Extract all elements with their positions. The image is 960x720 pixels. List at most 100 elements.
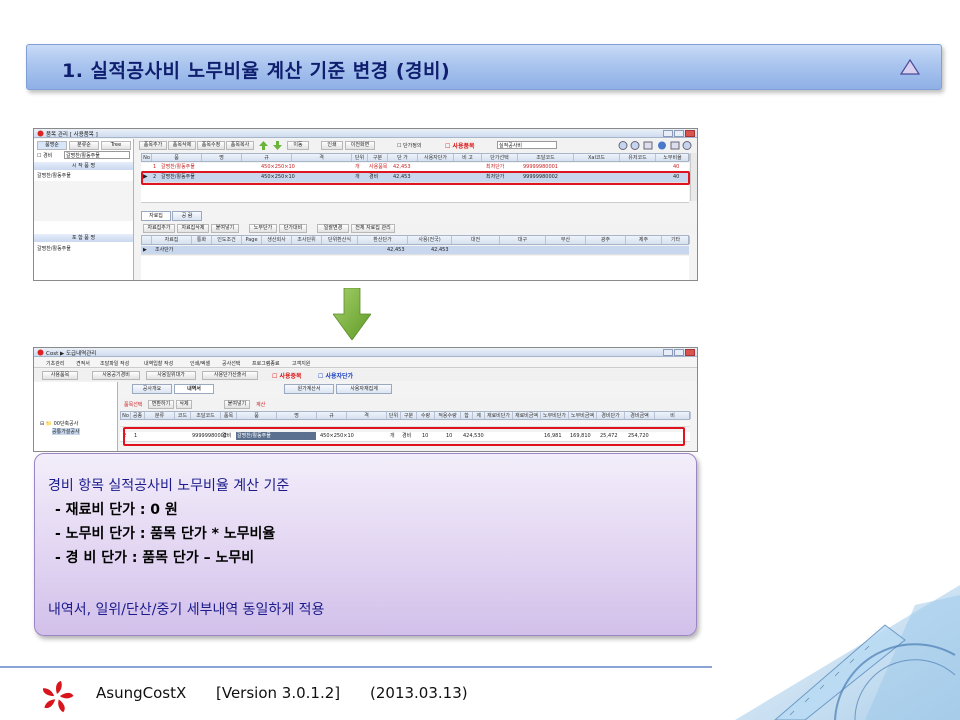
lower-toolbar: 자료집추가 자료집삭제 붙여넣기 노무단가 단가대비 일괄변경 전체 자료집 관… [141, 223, 697, 234]
callout-footer: 내역서, 일위/단산/중기 세부내역 동일하게 적용 [48, 602, 325, 618]
bulk-change-button[interactable]: 일괄변경 [317, 224, 349, 233]
col-etc: 기타 [662, 236, 690, 244]
maximize-button[interactable] [674, 349, 684, 356]
arrow-down-icon[interactable] [273, 141, 282, 150]
col-note: 비 [655, 412, 691, 419]
row-converted: 42,453 [387, 247, 405, 253]
add-dataset-button[interactable]: 자료집추가 [143, 224, 175, 233]
table-row[interactable]: ▶ 조사단가 42,453 42,453 [141, 246, 689, 255]
price-type-select[interactable]: 실적공사비 [497, 141, 557, 149]
expense-checkbox[interactable]: ☐ 경비 [37, 152, 52, 159]
user-price-checkbox[interactable]: ☐ 사용자단가 [318, 371, 353, 380]
tree-node-child[interactable]: 공통가설공사 [52, 428, 80, 435]
col-spec2: 격 [292, 154, 352, 161]
menu-print[interactable]: 인쇄/엑셀 [190, 360, 210, 367]
down-arrow-icon [333, 288, 371, 340]
footer-date: (2013.03.13) [370, 684, 468, 702]
include-item[interactable]: 갈명찬/활동주물 [37, 245, 71, 252]
minimize-button[interactable] [663, 130, 673, 137]
add-item-button[interactable]: 품목추가 [139, 141, 167, 150]
col-xal: Xal코드 [574, 154, 620, 161]
arrow-up-icon[interactable] [259, 141, 268, 150]
col-busan: 부산 [546, 236, 586, 244]
nav-up-triangle-icon[interactable] [899, 58, 921, 76]
toolbar-tool-icons[interactable] [617, 140, 695, 151]
col-daejeon: 대전 [452, 236, 500, 244]
close-button[interactable] [685, 349, 695, 356]
calc-button[interactable]: 계산 [256, 401, 265, 408]
col-spec2: 격 [347, 412, 387, 419]
app-logo-icon [37, 130, 44, 137]
edit-item-button[interactable]: 품목수정 [197, 141, 225, 150]
used-price-sheet-button[interactable]: 사용단가산출서 [202, 371, 258, 380]
all-dataset-button[interactable]: 전체 자료집 관리 [351, 224, 395, 233]
col-labor-unit: 노무비단가 [541, 412, 569, 419]
main-toolbar: 사용품목 사용공기경비 사용일위대가 사용단가산출서 ☐ 사용중목 ☐ 사용자단… [34, 369, 697, 381]
slide-title: 1. 실적공사비 노무비율 계산 기준 변경 (경비) [62, 60, 451, 82]
delete-button[interactable]: 삭제 [176, 400, 192, 409]
maximize-button[interactable] [674, 130, 684, 137]
row-ratio: 40 [673, 164, 680, 170]
col-no: No [121, 412, 131, 419]
row-choice: 최저단가 [486, 164, 505, 170]
paste-button[interactable]: 붙여넣기 [211, 224, 239, 233]
delete-dataset-button[interactable]: 자료집삭제 [177, 224, 209, 233]
window-title-bar: Cost ▶ 도급내역관리 [34, 348, 697, 357]
print-button[interactable]: 인쇄 [321, 141, 343, 150]
paste-button[interactable]: 붙여넣기 [224, 400, 250, 409]
menu-exit[interactable]: 프로그램종료 [252, 360, 280, 367]
prev-screen-button[interactable]: 이전화면 [345, 141, 375, 150]
price-compare-button[interactable]: 단가대비 [279, 224, 307, 233]
minimize-button[interactable] [663, 349, 673, 356]
used-work-checkbox[interactable]: ☐ 사용중목 [272, 371, 302, 380]
filter-select[interactable]: 갈명찬/활동주물 [64, 151, 130, 159]
toolbar-icon-group [617, 140, 695, 151]
tab-by-class[interactable]: 분류순 [69, 141, 99, 150]
grid-scrollbar[interactable] [690, 153, 697, 201]
move-button[interactable]: 이동 [287, 141, 309, 150]
delete-item-button[interactable]: 품목삭제 [168, 141, 196, 150]
tab-breakdown[interactable]: 내역서 [174, 384, 214, 394]
tab-tree[interactable]: Tree [101, 141, 131, 150]
menu-bid[interactable]: 내역입찰 작성 [144, 360, 173, 367]
tab-material-summary[interactable]: 사용자재집계 [336, 384, 392, 394]
select-item-button[interactable]: 품목선택 [124, 401, 142, 408]
tree-node-root[interactable]: ⊟ 📁 00단축공사 [40, 420, 78, 427]
tab-data-set[interactable]: 자료집 [141, 211, 171, 221]
menu-support[interactable]: 고객지원 [292, 360, 310, 367]
col-currency: 통화 [192, 236, 212, 244]
tab-overview[interactable]: 공사개요 [132, 384, 172, 394]
menu-project[interactable]: 공사선택 [222, 360, 240, 367]
footer-divider [0, 666, 712, 668]
menu-procurement[interactable]: 조달파일 작성 [100, 360, 129, 367]
tab-notice[interactable]: 공 람 [172, 211, 202, 221]
slide-title-bar: 1. 실적공사비 노무비율 계산 기준 변경 (경비) [26, 44, 942, 90]
company-logo-icon [43, 681, 74, 713]
col-exp-unit: 경비단가 [597, 412, 625, 419]
menu-estimate[interactable]: 견적서 [76, 360, 90, 367]
start-item[interactable]: 갈명찬/활동주물 [37, 172, 71, 179]
labor-price-button[interactable]: 노무단가 [249, 224, 277, 233]
dataset-empty [141, 256, 689, 280]
explanation-callout: 경비 항목 실적공사비 노무비율 계산 기준 - 재료비 단가 : 0 원 - … [34, 453, 697, 636]
used-unit-work-button[interactable]: 사용일위대가 [146, 371, 196, 380]
used-expense-button[interactable]: 사용공기경비 [92, 371, 140, 380]
close-button[interactable] [685, 130, 695, 137]
used-items-button[interactable]: 사용품목 [42, 371, 78, 380]
app-logo-icon [37, 349, 44, 356]
col-total: 계 [473, 412, 485, 419]
col-ratio: 노무비율 [656, 154, 690, 161]
convert-button[interactable]: 변환하기 [148, 400, 174, 409]
menu-basic[interactable]: 기초관리 [46, 360, 64, 367]
tab-cost-calc[interactable]: 원가계산서 [284, 384, 334, 394]
copy-item-button[interactable]: 품목복사 [226, 141, 254, 150]
tab-by-name[interactable]: 품명순 [37, 141, 67, 150]
used-item-checkbox[interactable]: ☐ 사용품목 [445, 141, 475, 150]
contract-breakdown-screenshot: Cost ▶ 도급내역관리 기초관리 견적서 조달파일 작성 내역입찰 작성 인… [33, 347, 698, 452]
unit-price-checkbox[interactable]: ☐ 단가정의 [397, 142, 421, 149]
col-spec1: 규 [242, 154, 292, 161]
col-no: No [142, 154, 152, 161]
row-spec: 450×250×10 [261, 164, 295, 170]
row-unit: 개 [355, 164, 360, 170]
window-title: 품목 관리 [ 사용품목 ] [46, 132, 98, 138]
